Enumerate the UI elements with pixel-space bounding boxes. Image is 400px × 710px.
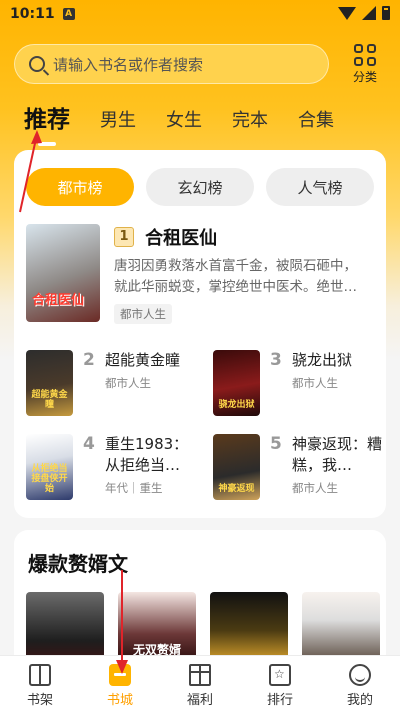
book-title: 超能黄金瞳 bbox=[105, 351, 181, 369]
search-bar[interactable]: 请输入书名或作者搜索 bbox=[14, 44, 329, 84]
category-label: 分类 bbox=[352, 70, 377, 84]
book-genre: 都市人生 bbox=[292, 376, 338, 390]
book-genre: 年代｜重生 bbox=[105, 481, 163, 495]
list-item[interactable]: 超能黄金瞳 2 超能黄金瞳 都市人生 bbox=[26, 350, 201, 416]
book-cover[interactable]: 合租医仙 bbox=[26, 224, 100, 322]
search-placeholder: 请输入书名或作者搜索 bbox=[53, 55, 204, 74]
cover-title-art: 合租医仙 bbox=[32, 293, 85, 308]
book-title: 骁龙出狱 bbox=[292, 351, 353, 369]
category-button[interactable]: 分类 bbox=[345, 44, 385, 88]
nav-label: 福利 bbox=[186, 693, 213, 708]
tab-male[interactable]: 男生 bbox=[100, 106, 136, 140]
book-cover[interactable] bbox=[302, 592, 380, 662]
cover-title-art: 骁龙出狱 bbox=[218, 400, 255, 410]
cover-title-art: 超能黄金瞳 bbox=[31, 390, 68, 410]
book-title: 神豪返现：糟糕，我… bbox=[292, 435, 383, 474]
nav-bookstore[interactable]: 书城 bbox=[80, 656, 160, 710]
bottom-nav: 书架 书城 福利 排行 我的 bbox=[0, 655, 400, 710]
ranking-icon bbox=[269, 664, 291, 686]
battery-icon bbox=[382, 6, 390, 20]
tab-female[interactable]: 女生 bbox=[166, 106, 202, 140]
nav-welfare[interactable]: 福利 bbox=[160, 656, 240, 710]
book-cover: 超能黄金瞳 bbox=[26, 350, 73, 416]
grid-icon bbox=[354, 44, 376, 66]
list-item[interactable]: 神豪返现 5 神豪返现：糟糕，我… 都市人生 bbox=[213, 434, 388, 500]
book-title: 重生1983：从拒绝当… bbox=[105, 435, 189, 474]
book-cover: 骁龙出狱 bbox=[213, 350, 260, 416]
channel-tabs: 推荐 男生 女生 完本 合集 bbox=[24, 100, 364, 146]
nav-label: 我的 bbox=[346, 693, 373, 708]
cover-title-art: 神豪返现 bbox=[218, 484, 255, 494]
nav-label: 书城 bbox=[106, 693, 133, 708]
ranking-card: 都市榜 玄幻榜 人气榜 合租医仙 1 合租医仙 唐羽因勇救落水首富千金，被陨石砸… bbox=[14, 150, 386, 518]
genre-tag: 都市人生 bbox=[114, 304, 172, 324]
wifi-icon bbox=[338, 6, 356, 20]
status-icons bbox=[338, 6, 390, 20]
list-item[interactable]: 骁龙出狱 3 骁龙出狱 都市人生 bbox=[213, 350, 388, 416]
rank-number: 2 bbox=[83, 350, 95, 370]
ranking-subtabs: 都市榜 玄幻榜 人气榜 bbox=[26, 168, 374, 206]
nav-bookshelf[interactable]: 书架 bbox=[0, 656, 80, 710]
rank-number: 3 bbox=[270, 350, 282, 370]
notification-icon: A bbox=[62, 8, 75, 20]
rank-badge: 1 bbox=[114, 227, 134, 247]
section-heading: 爆款赘婿文 bbox=[28, 552, 128, 576]
nav-label: 排行 bbox=[266, 693, 293, 708]
book-cover: 神豪返现 bbox=[213, 434, 260, 500]
tab-collections[interactable]: 合集 bbox=[298, 106, 334, 140]
signal-icon bbox=[362, 6, 376, 20]
hot-section-card: 爆款赘婿文 无双赘婿 bbox=[14, 530, 386, 670]
subtab-urban[interactable]: 都市榜 bbox=[26, 168, 134, 206]
nav-ranking[interactable]: 排行 bbox=[240, 656, 320, 710]
rank-number: 4 bbox=[83, 434, 95, 454]
book-cover[interactable]: 无双赘婿 bbox=[118, 592, 196, 662]
nav-label: 书架 bbox=[26, 693, 53, 708]
cover-title-art: 从拒绝当接盘侠开始 bbox=[31, 464, 68, 494]
book-genre: 都市人生 bbox=[292, 481, 338, 495]
bookshelf-icon bbox=[29, 664, 51, 686]
book-cover[interactable] bbox=[26, 592, 104, 662]
status-bar: 10:11 A bbox=[0, 0, 400, 28]
book-cover: 从拒绝当接盘侠开始 bbox=[26, 434, 73, 500]
subtab-popular[interactable]: 人气榜 bbox=[266, 168, 374, 206]
featured-book[interactable]: 合租医仙 1 合租医仙 唐羽因勇救落水首富千金，被陨石砸中，就此华丽蜕变，掌控绝… bbox=[26, 224, 360, 324]
tab-recommend[interactable]: 推荐 bbox=[24, 100, 70, 146]
rank-number: 5 bbox=[270, 434, 282, 454]
search-icon bbox=[29, 56, 45, 72]
status-time: 10:11 bbox=[10, 6, 55, 22]
book-genre: 都市人生 bbox=[105, 376, 151, 390]
cover-row: 无双赘婿 bbox=[26, 592, 380, 662]
subtab-fantasy[interactable]: 玄幻榜 bbox=[146, 168, 254, 206]
bookstore-icon bbox=[109, 664, 131, 686]
profile-icon bbox=[349, 664, 371, 686]
book-description: 唐羽因勇救落水首富千金，被陨石砸中，就此华丽蜕变，掌控绝世中医术。绝世… bbox=[114, 258, 357, 295]
featured-info: 1 合租医仙 唐羽因勇救落水首富千金，被陨石砸中，就此华丽蜕变，掌控绝世中医术。… bbox=[114, 224, 360, 324]
gift-icon bbox=[189, 664, 211, 686]
book-title: 合租医仙 bbox=[145, 228, 218, 249]
list-item[interactable]: 从拒绝当接盘侠开始 4 重生1983：从拒绝当… 年代｜重生 bbox=[26, 434, 201, 500]
nav-profile[interactable]: 我的 bbox=[320, 656, 400, 710]
tab-completed[interactable]: 完本 bbox=[232, 106, 268, 140]
book-cover[interactable] bbox=[210, 592, 288, 662]
